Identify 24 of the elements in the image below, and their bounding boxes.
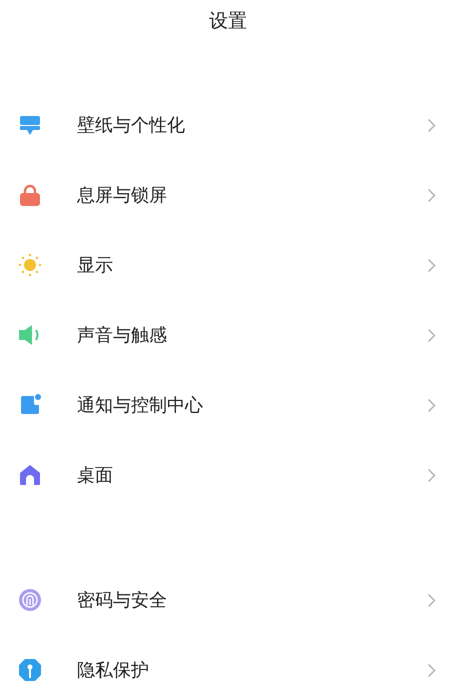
brush-icon bbox=[19, 114, 41, 136]
settings-item[interactable]: 桌面 bbox=[0, 440, 456, 510]
chevron-right-icon bbox=[427, 328, 436, 342]
shield-icon bbox=[18, 658, 42, 682]
settings-item[interactable]: 息屏与锁屏 bbox=[0, 160, 456, 230]
home-icon bbox=[19, 464, 41, 486]
settings-item[interactable]: 通知与控制中心 bbox=[0, 370, 456, 440]
settings-item[interactable]: 声音与触感 bbox=[0, 300, 456, 370]
chevron-right-icon bbox=[427, 258, 436, 272]
settings-item[interactable]: 壁纸与个性化 bbox=[0, 90, 456, 160]
chevron-right-icon bbox=[427, 398, 436, 412]
chevron-right-icon bbox=[427, 468, 436, 482]
chevron-right-icon bbox=[427, 188, 436, 202]
sun-icon bbox=[18, 253, 42, 277]
fingerprint-icon bbox=[18, 588, 42, 612]
settings-item[interactable]: 隐私保护 bbox=[0, 635, 456, 694]
chevron-right-icon bbox=[427, 118, 436, 132]
page-title: 设置 bbox=[209, 9, 247, 34]
settings-item[interactable]: 显示 bbox=[0, 230, 456, 300]
settings-item[interactable]: 密码与安全 bbox=[0, 565, 456, 635]
notification-icon bbox=[18, 393, 42, 417]
lock-icon bbox=[18, 183, 42, 207]
chevron-right-icon bbox=[427, 662, 436, 678]
chevron-right-icon bbox=[427, 592, 436, 608]
